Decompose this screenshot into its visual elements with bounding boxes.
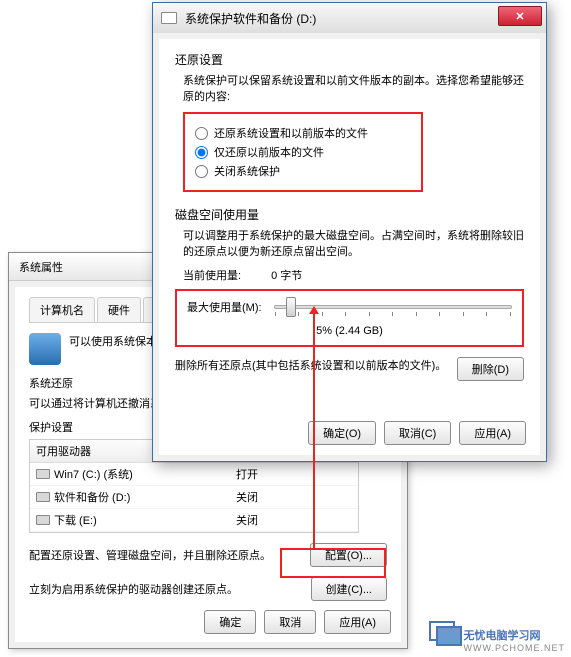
front-dialog-title: 系统保护软件和备份 (D:) <box>185 10 316 27</box>
system-protection-icon <box>29 333 61 365</box>
current-usage-value: 0 字节 <box>271 267 302 283</box>
create-button[interactable]: 创建(C)... <box>311 577 387 601</box>
ok-button[interactable]: 确定(O) <box>308 421 376 445</box>
radio-restore-all-input[interactable] <box>195 127 208 140</box>
watermark: 无忧电脑学习网 WWW.PCHOME.NET <box>464 627 566 653</box>
create-desc: 立刻为启用系统保护的驱动器创建还原点。 <box>29 581 301 597</box>
configure-button[interactable]: 配置(O)... <box>310 543 387 567</box>
cancel-button[interactable]: 取消(C) <box>384 421 451 445</box>
restore-settings-title: 还原设置 <box>175 51 524 68</box>
system-protection-config-dialog: 系统保护软件和备份 (D:) ✕ 还原设置 系统保护可以保留系统设置和以前文件版… <box>152 2 547 462</box>
apply-button[interactable]: 应用(A) <box>459 421 526 445</box>
delete-button[interactable]: 删除(D) <box>457 357 524 381</box>
cancel-button[interactable]: 取消 <box>264 610 316 634</box>
drive-icon <box>161 12 177 24</box>
tab-computername[interactable]: 计算机名 <box>29 297 95 322</box>
table-row[interactable]: 软件和备份 (D:) 关闭 <box>30 486 358 509</box>
close-icon: ✕ <box>515 10 524 23</box>
ok-button[interactable]: 确定 <box>204 610 256 634</box>
max-usage-group: 最大使用量(M): 5% (2.44 GB) <box>175 289 524 347</box>
slider-thumb[interactable] <box>286 297 296 317</box>
watermark-sub: WWW.PCHOME.NET <box>464 643 566 653</box>
max-usage-value: 5% (2.44 GB) <box>187 325 512 337</box>
restore-settings-desc: 系统保护可以保留系统设置和以前文件版本的副本。选择您希望能够还原的内容: <box>183 72 524 104</box>
tab-hardware[interactable]: 硬件 <box>97 297 141 322</box>
radio-disable-protection[interactable]: 关闭系统保护 <box>195 163 411 179</box>
radio-disable-protection-input[interactable] <box>195 165 208 178</box>
radio-restore-files-only-input[interactable] <box>195 146 208 159</box>
table-row[interactable]: 下载 (E:) 关闭 <box>30 509 358 532</box>
close-button[interactable]: ✕ <box>498 6 542 26</box>
max-usage-slider[interactable] <box>274 305 512 309</box>
disk-usage-title: 磁盘空间使用量 <box>175 206 524 223</box>
restore-options-group: 还原系统设置和以前版本的文件 仅还原以前版本的文件 关闭系统保护 <box>183 112 423 192</box>
configure-desc: 配置还原设置、管理磁盘空间，并且删除还原点。 <box>29 547 300 563</box>
drive-icon <box>36 469 50 479</box>
watermark-icon <box>429 619 461 643</box>
apply-button[interactable]: 应用(A) <box>324 610 391 634</box>
drive-icon <box>36 515 50 525</box>
current-usage-label: 当前使用量: <box>183 267 241 283</box>
delete-desc: 删除所有还原点(其中包括系统设置和以前版本的文件)。 <box>175 357 449 373</box>
radio-restore-all[interactable]: 还原系统设置和以前版本的文件 <box>195 125 411 141</box>
table-row[interactable]: Win7 (C:) (系统) 打开 <box>30 463 358 486</box>
disk-usage-desc: 可以调整用于系统保护的最大磁盘空间。占满空间时，系统将删除较旧的还原点以便为新还… <box>183 227 524 259</box>
watermark-text: 无忧电脑学习网 <box>464 630 541 642</box>
front-dialog-titlebar[interactable]: 系统保护软件和备份 (D:) ✕ <box>153 3 546 33</box>
radio-restore-files-only[interactable]: 仅还原以前版本的文件 <box>195 144 411 160</box>
max-usage-label: 最大使用量(M): <box>187 299 262 315</box>
back-dialog-title: 系统属性 <box>19 262 63 274</box>
drive-icon <box>36 492 50 502</box>
